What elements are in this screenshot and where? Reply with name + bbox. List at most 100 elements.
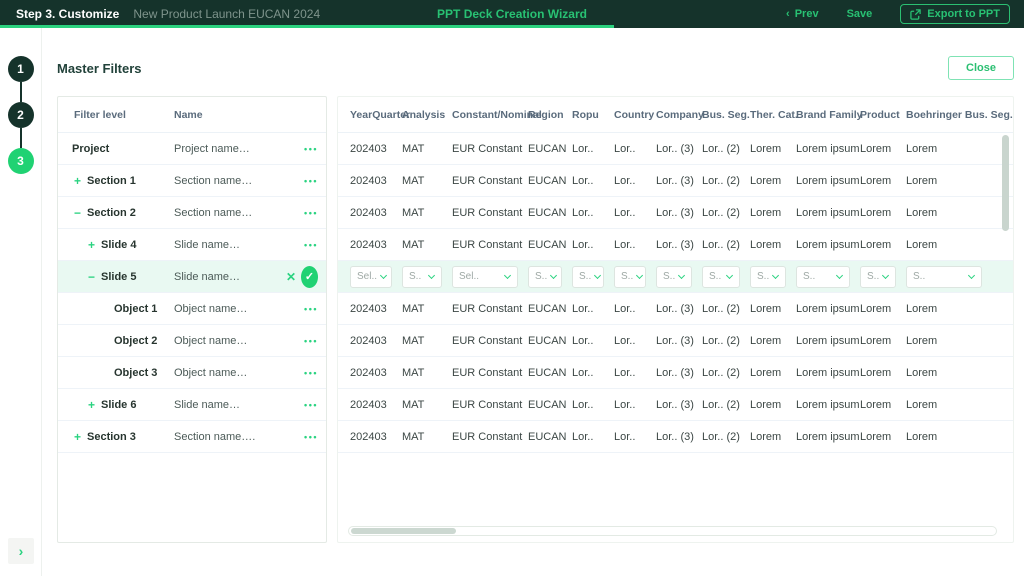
filter-tree-row[interactable]: Object 3 Object name… ••• — [58, 357, 326, 389]
confirm-check-button[interactable]: ✓ — [301, 265, 318, 288]
row-menu-button[interactable]: ••• — [304, 400, 318, 410]
filter-select[interactable]: Sel.. — [350, 265, 392, 288]
vertical-scrollbar-thumb[interactable] — [1002, 135, 1009, 231]
minus-icon[interactable]: − — [74, 206, 81, 220]
filter-select[interactable]: S.. — [702, 265, 740, 288]
filter-tree-row[interactable]: Project Project name… ••• — [58, 133, 326, 165]
select-placeholder: S.. — [867, 271, 880, 282]
filter-select[interactable]: S.. — [796, 265, 850, 288]
name-field[interactable]: Object name… — [174, 367, 286, 379]
filter-tree-row[interactable]: − Section 2 Section name… ••• — [58, 197, 326, 229]
filter-select[interactable]: S.. — [572, 265, 604, 288]
data-cell: EUR Constant — [452, 398, 523, 411]
data-cell: 202403 — [350, 238, 387, 251]
data-cell: Lorem — [750, 366, 782, 379]
name-field[interactable]: Slide name… — [174, 399, 286, 411]
name-field[interactable]: Section name… — [174, 175, 286, 187]
data-row[interactable]: 202403 MAT EUR Constant EUCAN Lor.. Lor.. Lor.… — [338, 133, 1013, 165]
row-actions: ••• — [286, 368, 326, 378]
row-menu-button[interactable]: ••• — [304, 240, 318, 250]
step-indicator-2[interactable]: 2 — [7, 102, 34, 128]
data-row[interactable]: 202403 MAT EUR Constant EUCAN Lor.. Lor.. Lor.… — [338, 197, 1013, 229]
row-menu-button[interactable]: ••• — [304, 144, 318, 154]
chevron-down-icon — [967, 271, 976, 279]
data-cell: MAT — [402, 398, 425, 411]
step-indicator-1[interactable]: 1 — [7, 56, 34, 82]
data-cell: Lorem — [750, 238, 782, 251]
data-cell: Lor.. (2) — [702, 430, 740, 443]
minus-icon[interactable]: − — [88, 270, 95, 284]
name-field[interactable]: Project name… — [174, 143, 286, 155]
row-actions: ✕ ✓ — [286, 265, 326, 288]
data-row[interactable]: 202403 MAT EUR Constant EUCAN Lor.. Lor.. Lor.… — [338, 357, 1013, 389]
horizontal-scrollbar[interactable] — [348, 526, 997, 536]
data-row[interactable]: 202403 MAT EUR Constant EUCAN Lor.. Lor.. Lor.… — [338, 229, 1013, 261]
filter-select[interactable]: S.. — [402, 265, 442, 288]
data-row[interactable]: 202403 MAT EUR Constant EUCAN Lor.. Lor.. Lor.… — [338, 421, 1013, 453]
data-cell: Lorem ipsum — [796, 174, 860, 187]
data-cell: Lorem — [750, 302, 782, 315]
chevron-down-icon — [550, 271, 558, 279]
data-cell: EUCAN — [528, 334, 567, 347]
column-header: Constant/Nominal — [452, 108, 542, 121]
row-menu-button[interactable]: ••• — [304, 208, 318, 218]
data-row[interactable]: 202403 MAT EUR Constant EUCAN Lor.. Lor.. Lor.… — [338, 165, 1013, 197]
row-actions: ••• — [286, 208, 326, 218]
name-field[interactable]: Section name…. — [174, 431, 286, 443]
filter-tree-row[interactable]: − Slide 5 Slide name… ✕ ✓ — [58, 261, 326, 293]
data-cell: Lor.. (3) — [656, 174, 694, 187]
data-cell: MAT — [402, 366, 425, 379]
data-row[interactable]: 202403 MAT EUR Constant EUCAN Lor.. Lor.. Lor.… — [338, 293, 1013, 325]
data-cell: Lorem — [750, 398, 782, 411]
save-button[interactable]: Save — [847, 8, 873, 20]
filter-select[interactable]: S.. — [860, 265, 896, 288]
filter-select[interactable]: S.. — [614, 265, 646, 288]
data-cell: EUCAN — [528, 142, 567, 155]
filter-tree-row[interactable]: + Section 3 Section name…. ••• — [58, 421, 326, 453]
project-name: New Product Launch EUCAN 2024 — [133, 7, 321, 21]
filter-tree-row[interactable]: + Section 1 Section name… ••• — [58, 165, 326, 197]
data-cell: 202403 — [350, 302, 387, 315]
row-menu-button[interactable]: ••• — [304, 304, 318, 314]
data-row[interactable]: 202403 MAT EUR Constant EUCAN Lor.. Lor.. Lor.… — [338, 389, 1013, 421]
filter-level-column-header: Filter level — [74, 108, 126, 121]
filter-select[interactable]: Sel.. — [452, 265, 518, 288]
column-header: Bus. Seg. — [702, 108, 750, 121]
filter-tree-row[interactable]: + Slide 4 Slide name… ••• — [58, 229, 326, 261]
plus-icon[interactable]: + — [88, 238, 95, 252]
export-to-ppt-button[interactable]: Export to PPT — [900, 4, 1010, 24]
data-cell: Lor.. (3) — [656, 142, 694, 155]
step-indicator-3[interactable]: 3 — [7, 148, 34, 174]
filter-tree-row[interactable]: + Slide 6 Slide name… ••• — [58, 389, 326, 421]
filter-select[interactable]: S.. — [528, 265, 562, 288]
name-field[interactable]: Object name… — [174, 335, 286, 347]
filter-select[interactable]: S.. — [656, 265, 692, 288]
plus-icon[interactable]: + — [74, 430, 81, 444]
name-field[interactable]: Object name… — [174, 303, 286, 315]
name-field[interactable]: Slide name… — [174, 271, 286, 283]
filter-select[interactable]: S.. — [750, 265, 786, 288]
row-menu-button[interactable]: ••• — [304, 176, 318, 186]
data-cell: EUCAN — [528, 238, 567, 251]
data-cell: Lor.. (2) — [702, 302, 740, 315]
prev-button[interactable]: ‹ Prev — [786, 8, 819, 20]
row-menu-button[interactable]: ••• — [304, 432, 318, 442]
filter-tree-row[interactable]: Object 1 Object name… ••• — [58, 293, 326, 325]
row-menu-button[interactable]: ••• — [304, 368, 318, 378]
cancel-icon[interactable]: ✕ — [286, 270, 296, 284]
close-button[interactable]: Close — [948, 56, 1014, 80]
filter-tree-row[interactable]: Object 2 Object name… ••• — [58, 325, 326, 357]
data-cell: Lor.. — [572, 238, 594, 251]
chevron-down-icon — [427, 271, 436, 279]
name-field[interactable]: Slide name… — [174, 239, 286, 251]
filter-select[interactable]: S.. — [906, 265, 982, 288]
expand-sidebar-button[interactable]: › — [8, 538, 34, 564]
data-row[interactable]: 202403 MAT EUR Constant EUCAN Lor.. Lor.. Lor.… — [338, 325, 1013, 357]
plus-icon[interactable]: + — [74, 174, 81, 188]
row-menu-button[interactable]: ••• — [304, 336, 318, 346]
name-field[interactable]: Section name… — [174, 207, 286, 219]
chevron-right-icon: › — [18, 543, 24, 559]
plus-icon[interactable]: + — [88, 398, 95, 412]
horizontal-scrollbar-thumb[interactable] — [351, 528, 456, 534]
topbar-actions: ‹ Prev Save Export to PPT — [786, 4, 1010, 24]
